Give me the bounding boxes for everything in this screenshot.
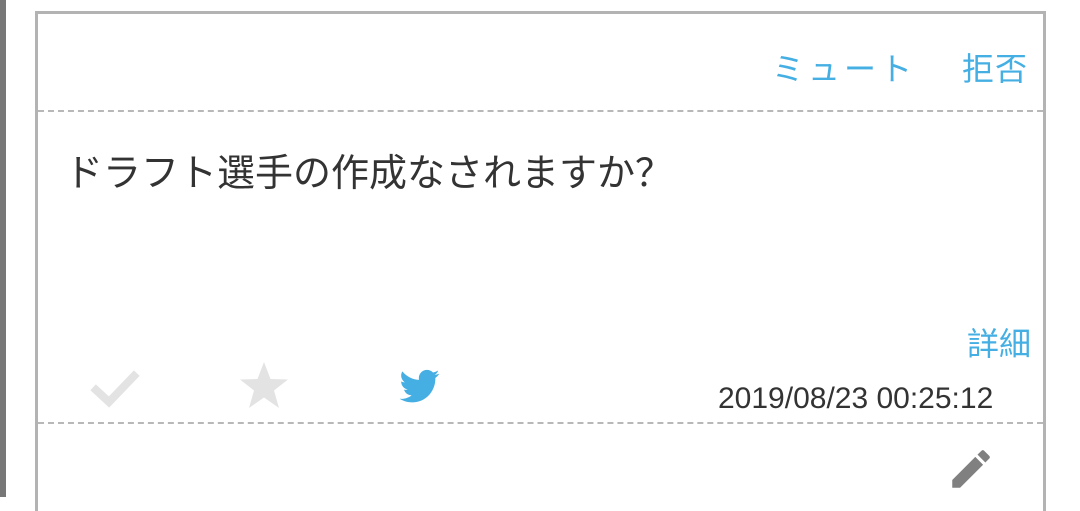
reject-link[interactable]: 拒否: [962, 44, 1028, 90]
star-icon[interactable]: [238, 360, 290, 412]
mute-link[interactable]: ミュート: [772, 44, 916, 90]
check-icon[interactable]: [90, 364, 140, 414]
post-card: ミュート 拒否 ドラフト選手の作成なされますか？ 詳細 2019/08/23 0…: [35, 11, 1046, 511]
post-message: ドラフト選手の作成なされますか？: [65, 151, 674, 195]
card-divider: [38, 422, 1043, 424]
post-timestamp: 2019/08/23 00:25:12: [718, 382, 994, 415]
screen-edge: [0, 0, 6, 497]
pencil-icon[interactable]: [946, 444, 996, 494]
detail-link[interactable]: 詳細: [967, 319, 1031, 365]
twitter-icon[interactable]: [399, 366, 440, 406]
card-header: ミュート 拒否: [38, 14, 1043, 112]
